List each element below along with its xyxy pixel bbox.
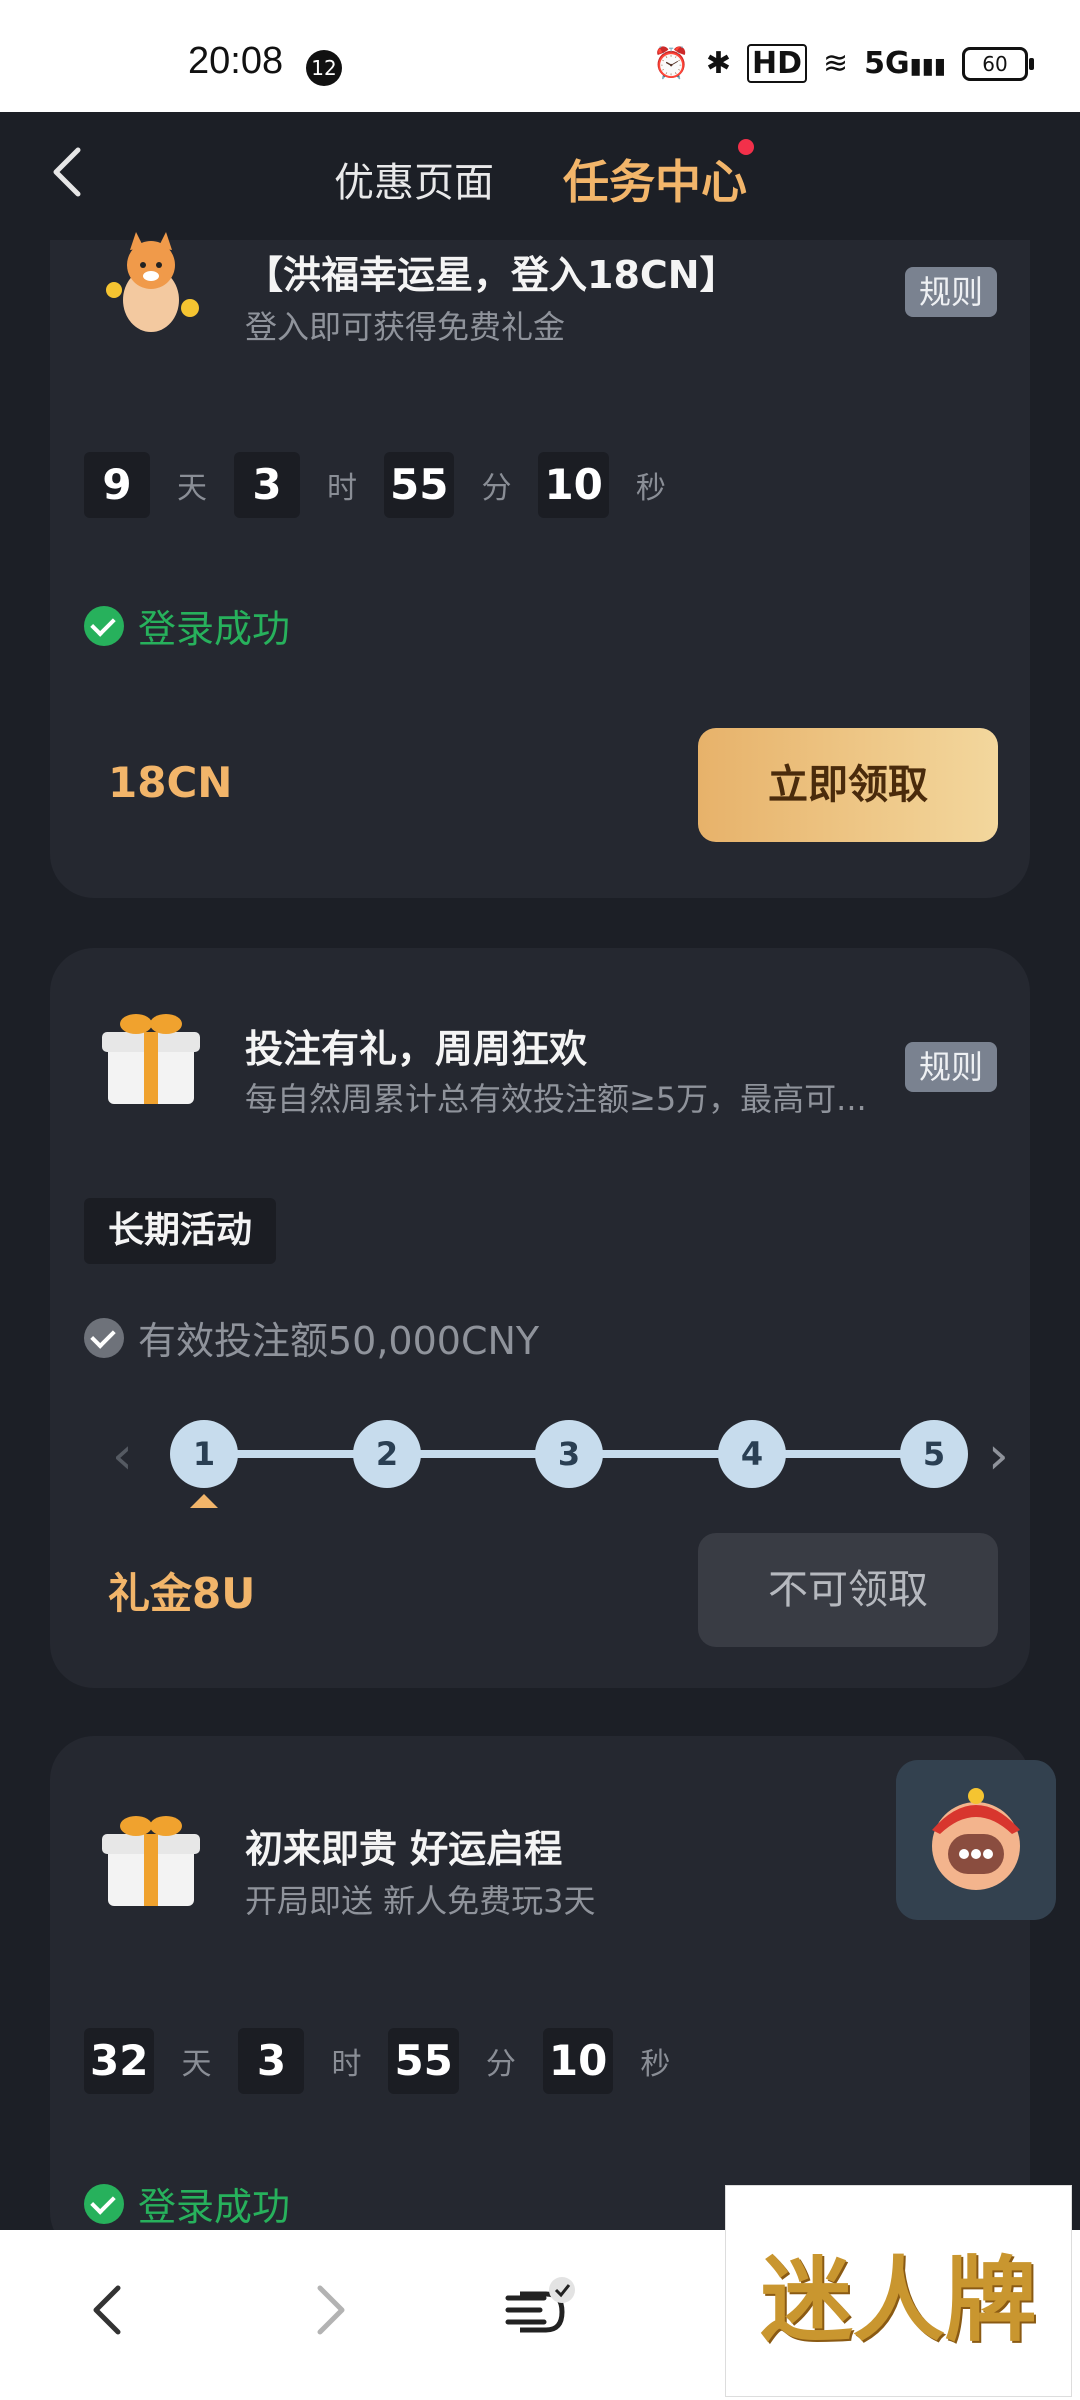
countdown-timer: 9 天 3 时 55 分 10 秒 [84, 452, 693, 518]
step-1[interactable]: 1 [170, 1420, 238, 1488]
step-4[interactable]: 4 [718, 1420, 786, 1488]
countdown-days: 32 [84, 2028, 155, 2094]
wifi-icon: ≋ [823, 46, 849, 81]
check-circle-icon [84, 605, 124, 646]
red-dot-badge [738, 139, 754, 155]
current-step-caret [190, 1494, 218, 1508]
task-card-weekly-bet: 投注有礼，周周狂欢 每自然周累计总有效投注额≥5万，最高可... 规则 长期活动… [50, 948, 1030, 1688]
status-text: 登录成功 [138, 2185, 291, 2229]
reward-amount: 礼金8U [108, 1569, 256, 1618]
card-title: 初来即贵 好运启程 [245, 1827, 563, 1871]
long-term-tag: 长期活动 [84, 1198, 277, 1264]
countdown-unit: 天 [177, 471, 207, 506]
countdown-seconds: 10 [538, 452, 609, 518]
fox-mascot-icon [106, 232, 199, 332]
countdown-minutes: 55 [388, 2028, 459, 2094]
rules-button[interactable]: 规则 [905, 267, 997, 317]
status-bar: 20:08 12 ⏰ ✱ HD ≋ 5G▮▮▮ 60 [0, 0, 1080, 112]
card-subtitle: 每自然周累计总有效投注额≥5万，最高可... [245, 1080, 867, 1118]
tabs-manager-icon[interactable] [500, 2270, 580, 2350]
countdown-unit: 秒 [635, 471, 666, 506]
card-title: 【洪福幸运星，登入18CN】 [245, 253, 738, 297]
check-circle-icon [84, 1317, 124, 1358]
bet-requirement: 有效投注额50,000CNY [84, 1310, 539, 1365]
watermark-logo: 迷人牌 [725, 2185, 1072, 2397]
countdown-unit: 时 [327, 471, 357, 506]
status-time: 20:08 [188, 40, 284, 82]
signal-icon: 5G▮▮▮ [864, 46, 946, 81]
step-3[interactable]: 3 [535, 1420, 603, 1488]
browser-back-icon[interactable] [80, 2280, 140, 2340]
gift-box-icon [102, 1014, 200, 1104]
not-claimable-button[interactable]: 不可领取 [698, 1533, 998, 1647]
top-header: 优惠页面 任务中心 [0, 112, 1080, 238]
countdown-days: 9 [84, 452, 150, 518]
tab-task-center[interactable]: 任务中心 [563, 146, 747, 212]
battery-icon: 60 [962, 46, 1034, 81]
rules-button[interactable]: 规则 [905, 1042, 997, 1092]
status-icons: ⏰ ✱ HD ≋ 5G▮▮▮ 60 [652, 44, 1034, 83]
reward-amount: 18CN [108, 758, 233, 807]
countdown-unit: 分 [485, 2047, 516, 2082]
card-subtitle: 登入即可获得免费礼金 [245, 308, 566, 346]
step-2[interactable]: 2 [353, 1420, 421, 1488]
hd-icon: HD [747, 44, 808, 83]
step-5[interactable]: 5 [900, 1420, 968, 1488]
countdown-unit: 时 [331, 2047, 362, 2082]
login-status: 登录成功 [84, 2176, 290, 2231]
countdown-hours: 3 [234, 452, 300, 518]
card-subtitle: 开局即送 新人免费玩3天 [245, 1882, 596, 1920]
claim-now-button[interactable]: 立即领取 [698, 728, 998, 842]
check-circle-icon [84, 2183, 124, 2224]
countdown-unit: 天 [181, 2047, 212, 2082]
alarm-icon: ⏰ [652, 46, 690, 81]
bluetooth-icon: ✱ [705, 46, 732, 81]
countdown-unit: 秒 [640, 2047, 671, 2082]
customer-service-icon[interactable] [896, 1760, 1056, 1920]
gift-box-icon [102, 1816, 200, 1906]
countdown-minutes: 55 [384, 452, 455, 518]
countdown-hours: 3 [238, 2028, 305, 2094]
login-status: 登录成功 [84, 598, 290, 653]
status-text: 登录成功 [138, 607, 291, 651]
chevron-right-icon[interactable]: › [988, 1426, 1009, 1486]
progress-steps: ‹ 1 2 3 4 5 › [84, 1408, 1009, 1508]
watermark-text: 迷人牌 [760, 2246, 1037, 2354]
browser-forward-icon[interactable] [300, 2280, 360, 2340]
card-title: 投注有礼，周周狂欢 [245, 1027, 588, 1071]
notification-count-badge: 12 [306, 50, 342, 86]
tab-promotions[interactable]: 优惠页面 [334, 150, 494, 208]
task-card-newcomer: 初来即贵 好运启程 开局即送 新人免费玩3天 32 天 3 时 55 分 10 … [50, 1736, 1030, 2256]
back-icon[interactable] [40, 142, 100, 202]
countdown-unit: 分 [481, 471, 512, 506]
chevron-left-icon[interactable]: ‹ [112, 1426, 133, 1486]
requirement-text: 有效投注额50,000CNY [138, 1319, 540, 1363]
countdown-timer: 32 天 3 时 55 分 10 秒 [84, 2028, 697, 2094]
task-card-login: 【洪福幸运星，登入18CN】 登入即可获得免费礼金 规则 9 天 3 时 55 … [50, 232, 1030, 898]
countdown-seconds: 10 [542, 2028, 614, 2094]
